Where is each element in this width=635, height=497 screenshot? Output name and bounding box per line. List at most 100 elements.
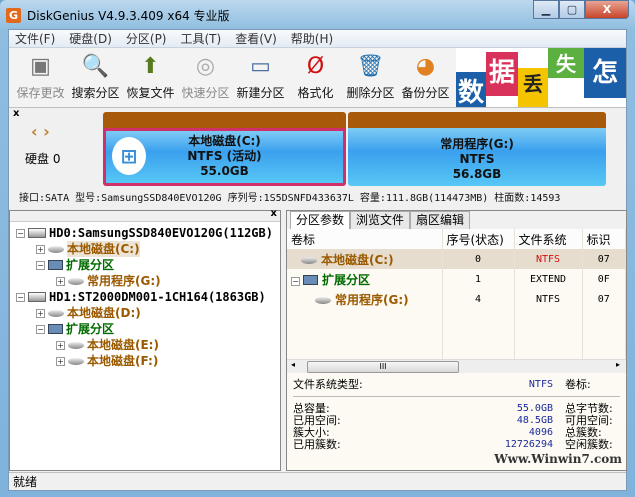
hard-disk-icon (28, 228, 46, 238)
menu-item[interactable]: 查看(V) (235, 30, 277, 47)
tree-item-label: 本地磁盘(D:) (67, 306, 141, 320)
collapse-icon[interactable]: − (36, 324, 45, 334)
menu-bar: 文件(F) 硬盘(D) 分区(P) 工具(T) 查看(V) 帮助(H) (9, 30, 626, 48)
toolbar-button-save[interactable]: ▣ 保存更改 (13, 52, 68, 107)
detail-label: 卷标: (565, 378, 591, 391)
toolbar-label: 删除分区 (346, 86, 395, 100)
save-icon: ▣ (30, 53, 51, 79)
expand-icon[interactable]: + (56, 356, 65, 366)
volume-icon (48, 309, 64, 317)
tree-item[interactable]: + 本地磁盘(F:) (16, 353, 280, 369)
tree-item-label: 本地磁盘(E:) (87, 338, 159, 352)
volume-icon (301, 256, 317, 264)
hard-disk-icon (28, 292, 46, 302)
client-area: 文件(F) 硬盘(D) 分区(P) 工具(T) 查看(V) 帮助(H) 数 据 丢 失 怎… (8, 29, 627, 491)
menu-item[interactable]: 帮助(H) (291, 30, 333, 47)
tree-item[interactable]: − HD1:ST2000DM001-1CH164(1863GB) (16, 289, 280, 305)
maximize-button[interactable]: ▢ (559, 0, 585, 19)
volume-icon (68, 341, 84, 349)
partition-block-g[interactable]: 常用程序(G:) NTFS 56.8GB (348, 112, 606, 186)
toolbar-button-quick-partition[interactable]: ◎ 快速分区 (178, 52, 233, 107)
volume-icon (48, 245, 64, 253)
disk-info: 接口:SATA 型号:SamsungSSD840EVO120G 序列号:1S5D… (19, 193, 561, 204)
title-bar: G DiskGenius V4.9.3.409 x64 专业版 (6, 4, 230, 26)
column-header[interactable]: 序号(状态) (442, 229, 515, 249)
tab-0[interactable]: 分区参数 (290, 211, 351, 229)
new-partition-icon: ▭ (250, 53, 271, 79)
tree-item[interactable]: − 扩展分区 (16, 321, 280, 337)
collapse-icon[interactable]: − (16, 292, 25, 302)
cell-id: 07 (582, 289, 626, 309)
menu-item[interactable]: 工具(T) (181, 30, 222, 47)
toolbar-button-backup[interactable]: ◕ 备份分区 (398, 52, 453, 107)
toolbar-label: 搜索分区 (71, 86, 120, 100)
toolbar-button-new-partition[interactable]: ▭ 新建分区 (233, 52, 288, 107)
toolbar-button-format[interactable]: Ø 格式化 (288, 52, 343, 107)
cell-id: 0F (582, 269, 626, 289)
status-bar: 就绪 (9, 472, 626, 490)
toolbar-label: 备份分区 (401, 86, 450, 100)
tree-item[interactable]: − 扩展分区 (16, 257, 280, 273)
collapse-icon[interactable]: − (36, 260, 45, 270)
collapse-icon[interactable]: − (291, 276, 300, 286)
format-icon: Ø (306, 53, 325, 79)
column-header[interactable]: 标识 (582, 229, 626, 249)
horizontal-scrollbar[interactable]: ◂ III ▸ (287, 359, 626, 373)
collapse-icon[interactable]: − (16, 228, 25, 238)
toolbar: 数 据 丢 失 怎 ▣ 保存更改 🔍 搜索分区 ⬆ 恢复文件 ◎ 快速分区 ▭ 新建分区 Ø 格式化 🗑… (9, 48, 626, 108)
diskmap-close-button[interactable]: x (13, 108, 19, 119)
tree-item[interactable]: − HD0:SamsungSSD840EVO120G(112GB) (16, 225, 280, 241)
banner-char: 据 (486, 52, 518, 96)
disk-nav-arrows[interactable]: ‹ › (31, 122, 50, 141)
detail-value: 4096 (528, 427, 553, 438)
detail-value: 48.5GB (516, 415, 553, 426)
menu-item[interactable]: 文件(F) (15, 30, 55, 47)
toolbar-button-search[interactable]: 🔍 搜索分区 (68, 52, 123, 107)
toolbar-label: 格式化 (297, 86, 334, 100)
minimize-button[interactable]: ▁ (533, 0, 559, 19)
detail-value: 55.0GB (516, 403, 553, 414)
table-row[interactable]: − 扩展分区 1 EXTEND 0F (287, 269, 626, 289)
expand-icon[interactable]: + (56, 276, 65, 286)
quick-partition-icon: ◎ (195, 53, 216, 79)
cell-idx: 0 (442, 249, 515, 269)
expand-icon[interactable]: + (36, 308, 45, 318)
tab-bar: 分区参数 浏览文件 扇区编辑 (287, 211, 626, 229)
tree-close-button[interactable]: x (271, 208, 277, 219)
tree-item-label: 扩展分区 (66, 258, 115, 272)
banner-char: 失 (548, 48, 584, 78)
banner-char: 数 (456, 72, 486, 107)
scrollbar-thumb[interactable]: III (307, 361, 459, 373)
column-header[interactable]: 文件系统 (514, 229, 583, 249)
tab-1[interactable]: 浏览文件 (350, 211, 411, 229)
tree-item[interactable]: + 本地磁盘(C:) (16, 241, 280, 257)
table-row[interactable]: 本地磁盘(C:) 0 NTFS 07 (287, 249, 626, 269)
detail-label: 空闲簇数: (565, 438, 613, 451)
volume-name: 常用程序(G:) (335, 292, 409, 307)
toolbar-button-delete[interactable]: 🗑 删除分区 (343, 52, 398, 107)
details-pane: 分区参数 浏览文件 扇区编辑 卷标 序号(状态) 文件系统 标识 本地磁盘(C:) 0… (286, 210, 627, 471)
close-button[interactable]: X (585, 0, 629, 19)
app-icon: G (6, 7, 21, 23)
tree-item-label: HD1:ST2000DM001-1CH164(1863GB) (49, 290, 266, 304)
table-row[interactable]: 常用程序(G:) 4 NTFS 07 (287, 289, 626, 309)
menu-item[interactable]: 分区(P) (126, 30, 167, 47)
tab-2[interactable]: 扇区编辑 (410, 211, 471, 229)
disk-tree-pane: x − HD0:SamsungSSD840EVO120G(112GB) + 本地磁盘(… (9, 208, 281, 471)
partition-block-c[interactable]: ⊞ 本地磁盘(C:) NTFS (活动) 55.0GB (103, 112, 346, 186)
window-title: DiskGenius V4.9.3.409 x64 专业版 (27, 8, 230, 23)
toolbar-button-recover[interactable]: ⬆ 恢复文件 (123, 52, 178, 107)
banner-char: 丢 (518, 68, 548, 107)
tree-item-label: 本地磁盘(F:) (87, 354, 159, 368)
tree-item[interactable]: + 本地磁盘(E:) (16, 337, 280, 353)
partition-table: 卷标 序号(状态) 文件系统 标识 本地磁盘(C:) 0 NTFS 07− 扩展分区 1 E… (287, 229, 626, 369)
tree-item[interactable]: + 常用程序(G:) (16, 273, 280, 289)
tree-item[interactable]: + 本地磁盘(D:) (16, 305, 280, 321)
ad-banner[interactable]: 数 据 丢 失 怎 (456, 48, 626, 107)
delete-icon: 🗑 (356, 53, 385, 79)
column-header[interactable]: 卷标 (287, 229, 443, 249)
detail-label: 文件系统类型: (293, 378, 363, 391)
expand-icon[interactable]: + (36, 244, 45, 254)
menu-item[interactable]: 硬盘(D) (69, 30, 112, 47)
expand-icon[interactable]: + (56, 340, 65, 350)
